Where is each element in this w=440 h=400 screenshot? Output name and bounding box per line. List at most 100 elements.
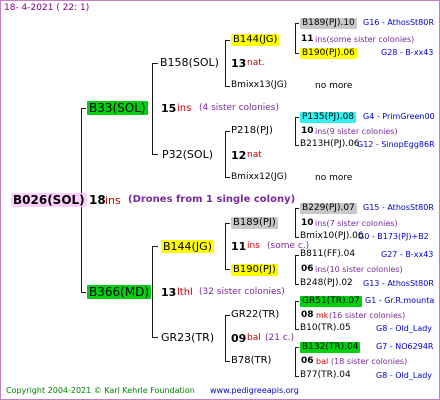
connector-line [295,329,299,330]
gen4-num: 06 [301,356,314,366]
gen4-info: G7 - NO6294R [376,342,434,351]
gen4-note: ins(7 sister colonies) [315,219,398,228]
connector-line [225,131,230,132]
gen1-num: 13 [161,286,177,299]
connector-line [152,63,158,64]
gen4-queen[interactable]: B248(PJ).02 [300,279,353,288]
gen4-info: G8 - Old_Lady [376,324,433,333]
gen3-queen[interactable]: GR22(TR) [231,310,279,320]
connector-line [295,301,299,302]
connector-line [225,315,230,316]
gen4-info: G12 - SinopEgg86R [357,140,435,149]
connector-line [295,237,299,238]
gen4-queen[interactable]: B77(TR).04 [300,371,351,380]
gen2-queen[interactable]: B158(SOL) [160,57,219,68]
root-queen[interactable]: B026(SOL) [11,193,87,207]
gen4-ins: mk [316,311,329,320]
gen1-note: (4 sister colonies) [199,103,280,113]
connector-line [295,23,299,24]
gen4-num: 10 [301,218,314,228]
connector-line [295,53,299,54]
gen1-note: (32 sister colonies) [199,287,285,297]
pedigree-chart: { "header": { "date": "18- 4-2021 ( 22: … [0,0,440,400]
gen3-queen[interactable]: B144(JG) [231,34,280,46]
gen4-info: G8 - Old_Lady [376,371,433,380]
connector-line [225,131,226,178]
gen4-ins: bal [316,357,329,366]
gen2-ins: ins [247,241,260,251]
connector-line [295,117,299,118]
gen4-info: G27 - B-xx43 [381,250,434,259]
gen4-queen[interactable]: B229(PJ).07 [300,203,357,214]
gen2-queen[interactable]: P32(SOL) [162,149,213,160]
gen2-num: 09 [231,332,247,345]
gen2-ins: bal [247,333,261,343]
gen4-queen[interactable]: B213H(PJ).06 [300,140,360,149]
gen3-queen[interactable]: Bmixx13(JG) [231,81,287,90]
gen1-ins: lthl [177,287,193,298]
connector-line [295,376,299,377]
root-note: (Drones from 1 single colony) [128,194,296,205]
gen4-num: 06 [301,264,314,274]
gen4-info: G4 - PrimGreen00 [363,112,435,121]
gen4-num: 08 [301,310,314,320]
connector-line [295,301,296,330]
gen4-queen[interactable]: B811(FF).04 [300,250,355,259]
gen4-note: ins(10 sister colonies) [315,265,403,274]
connector-line [225,40,230,41]
gen1-queen[interactable]: B33(SOL) [87,101,148,115]
connector-line [225,361,230,362]
gen3-queen[interactable]: B190(PJ) [231,264,278,276]
connector-line [295,208,296,238]
connector-line [152,63,153,155]
connector-line [225,86,230,87]
root-ins: ins [105,194,121,207]
gen2-num: 13 [231,57,247,70]
gen4-queen[interactable]: P135(PJ).08 [300,112,357,123]
connector-line [225,177,230,178]
connector-line [225,223,226,270]
connector-line [225,40,226,86]
connector-line [295,255,296,285]
gen3-queen[interactable]: P218(PJ) [231,126,273,136]
gen3-queen[interactable]: B78(TR) [231,356,271,366]
gen2-note: (21 c.) [265,333,295,343]
gen4-queen[interactable]: B189(PJ).10 [300,18,357,29]
connector-line [295,23,296,54]
gen2-ins: nat. [247,58,265,68]
gen4-queen[interactable]: B10(TR).05 [300,324,351,333]
gen4-queen[interactable]: GR51(TR).07 [300,296,362,307]
connector-line [152,246,158,247]
gen2-ins: nat [247,150,262,160]
gen3-queen[interactable]: Bmixx12(JG) [231,173,287,182]
gen2-queen[interactable]: B144(JG) [161,240,214,253]
gen4-info: G15 - AthosSt80R [363,203,434,212]
connector-line [295,145,299,146]
gen4-info: G16 - AthosSt80R [363,18,434,27]
gen4-queen[interactable]: B132(TR).04 [300,342,361,353]
connector-line [295,284,299,285]
gen4-queen[interactable]: Bmix10(PJ).06 [300,232,364,241]
connector-line [225,223,230,224]
gen3-note: no more [315,173,353,183]
gen4-note: (16 sister colonies) [329,311,406,320]
gen1-num: 15 [161,102,177,115]
connector-line [295,117,296,146]
gen4-queen[interactable]: B190(PJ).06 [300,48,357,59]
gen4-note: (18 sister colonies) [331,357,408,366]
gen4-info: G1 - Gr.R.mounta [365,296,435,305]
gen1-queen[interactable]: B366(MD) [87,285,152,299]
website-link[interactable]: www.pedigreeapis.org [210,387,299,395]
gen4-note: ins(9 sister colonies) [315,127,398,136]
gen4-info: G28 - B-xx43 [381,48,434,57]
gen4-note: ins(some sister colonies) [315,35,415,44]
gen2-num: 12 [231,149,247,162]
gen2-queen[interactable]: GR23(TR) [161,332,214,343]
gen3-queen[interactable]: B189(PJ) [231,217,278,229]
gen3-note: no more [315,81,353,91]
connector-line [152,154,158,155]
gen4-num: 11 [301,34,314,44]
connector-line [295,347,296,377]
gen4-num: 10 [301,126,314,136]
gen4-info: G13 - AthosSt80R [363,279,434,288]
